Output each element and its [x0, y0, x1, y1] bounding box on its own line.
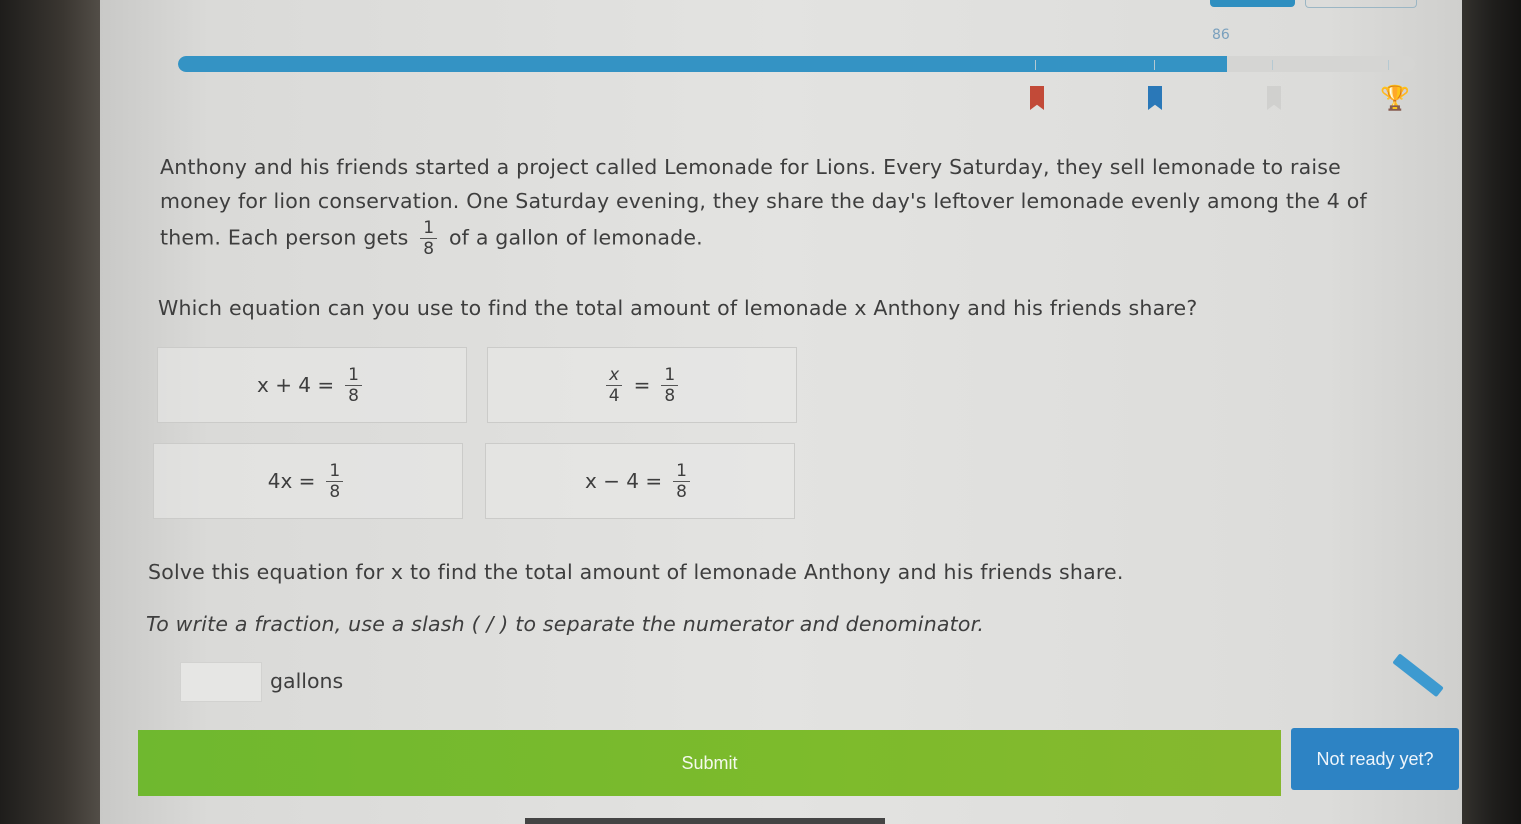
- bookmark-red-icon: [1030, 86, 1044, 110]
- bookmark-blue-icon: [1148, 86, 1162, 110]
- equation-fraction: 1 8: [661, 365, 679, 406]
- trophy-icon: 🏆: [1380, 84, 1410, 112]
- solve-instruction: Solve this equation for x to find the to…: [148, 560, 1124, 584]
- bookmark-empty-icon: [1267, 86, 1281, 110]
- home-indicator: [525, 818, 885, 824]
- fraction-denominator: 8: [329, 481, 341, 502]
- problem-tail: of a gallon of lemonade.: [448, 225, 703, 250]
- progress-tick: [1388, 60, 1389, 70]
- fraction-numerator: 1: [661, 365, 679, 386]
- problem-fraction: 1 8: [420, 218, 438, 259]
- problem-intro: Anthony and his friends started a projec…: [160, 155, 1367, 250]
- fraction-denominator: 4: [608, 385, 620, 406]
- equation-lhs-fraction: x 4: [606, 365, 623, 406]
- fraction-denominator: 8: [676, 481, 687, 502]
- fraction-numerator: 1: [420, 218, 438, 239]
- fraction-denominator: 8: [348, 385, 359, 406]
- problem-text: Anthony and his friends started a projec…: [160, 150, 1410, 259]
- not-ready-button[interactable]: Not ready yet?: [1291, 728, 1459, 790]
- progress-tick: [1154, 60, 1155, 70]
- answer-unit: gallons: [270, 669, 344, 693]
- screen: 86 🏆 Anthony and his friends started a p…: [100, 0, 1462, 824]
- choice-option-4[interactable]: x − 4 = 1 8: [485, 443, 795, 519]
- choice-option-1[interactable]: x + 4 = 1 8: [157, 347, 467, 423]
- progress-fill: [178, 56, 1227, 72]
- fraction-numerator: 1: [345, 365, 362, 386]
- equals-sign: =: [633, 373, 651, 397]
- fraction-numerator: x: [606, 365, 623, 386]
- equation-lhs: x − 4 =: [585, 469, 663, 493]
- equation-fraction: 1 8: [326, 461, 344, 502]
- fraction-numerator: 1: [326, 461, 344, 482]
- equation-fraction: 1 8: [673, 461, 690, 502]
- equation-lhs: x + 4 =: [257, 373, 335, 397]
- top-tab-active[interactable]: [1210, 0, 1295, 7]
- question-text: Which equation can you use to find the t…: [158, 296, 1198, 320]
- fraction-hint: To write a fraction, use a slash ( / ) t…: [146, 612, 985, 636]
- fraction-denominator: 8: [664, 385, 676, 406]
- answer-input[interactable]: [180, 662, 262, 702]
- submit-button[interactable]: Submit: [138, 730, 1281, 796]
- progress-tick: [1272, 60, 1273, 70]
- equation-lhs: 4x =: [267, 469, 316, 493]
- choice-option-3[interactable]: 4x = 1 8: [153, 443, 463, 519]
- fraction-numerator: 1: [673, 461, 690, 482]
- top-tab[interactable]: [1305, 0, 1417, 8]
- equation-fraction: 1 8: [345, 365, 362, 406]
- progress-bar: [178, 56, 1415, 72]
- score-label: 86: [1212, 27, 1230, 43]
- choice-option-2[interactable]: x 4 = 1 8: [487, 347, 797, 423]
- pencil-icon[interactable]: [1392, 653, 1444, 698]
- progress-tick: [1035, 60, 1036, 70]
- fraction-denominator: 8: [423, 239, 435, 259]
